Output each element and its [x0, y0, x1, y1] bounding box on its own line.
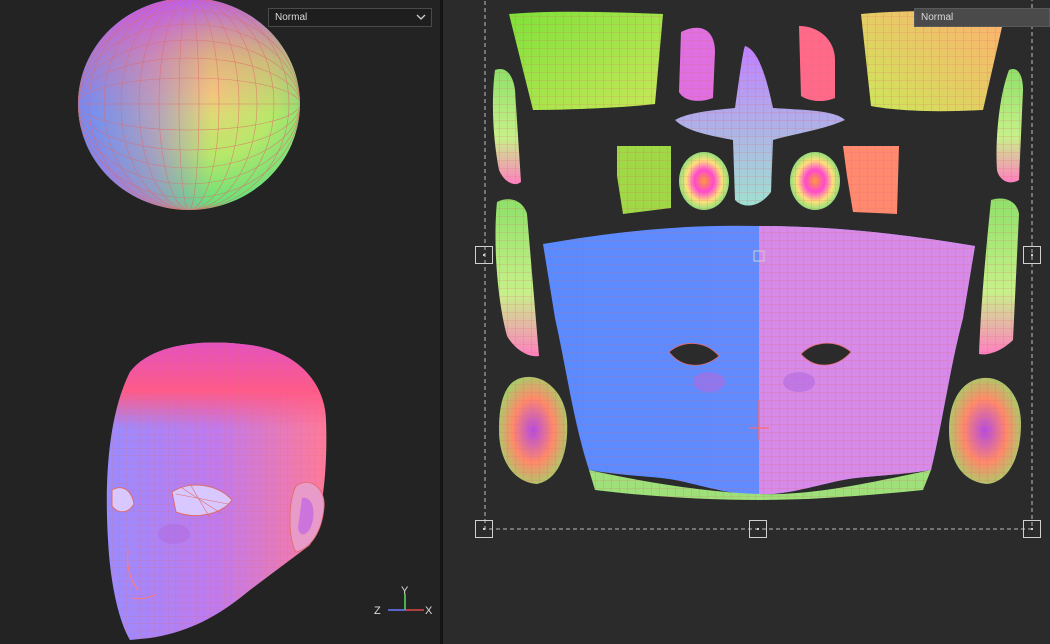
uv-island-eyeball-left[interactable]	[679, 152, 729, 210]
head-mesh[interactable]	[100, 335, 340, 644]
axis-gizmo-icon: X Y Z	[374, 585, 433, 617]
uv-handle-bottom-left[interactable]	[475, 520, 493, 538]
sphere-mesh[interactable]	[78, 0, 300, 210]
uv-island-cap-left[interactable]	[509, 11, 663, 111]
uv-island-side-strip-right-bottom[interactable]	[979, 198, 1019, 355]
uv-handle-bottom-middle[interactable]	[749, 520, 767, 538]
uv-handle-right-middle[interactable]	[1023, 246, 1041, 264]
axis-x-label: X	[425, 605, 433, 617]
uv-island-inner-left[interactable]	[679, 27, 715, 101]
uv-handle-left-middle[interactable]	[475, 246, 493, 264]
viewport-3d-canvas[interactable]: X Y Z	[0, 0, 440, 644]
uv-island-eyeball-right[interactable]	[790, 152, 840, 210]
uv-island-side-strip-right-top[interactable]	[996, 68, 1024, 183]
shading-mode-dropdown-3d[interactable]: Normal	[268, 8, 432, 27]
shading-mode-dropdown-uv[interactable]: Normal	[914, 8, 1050, 27]
uv-handle-bottom-right[interactable]	[1023, 520, 1041, 538]
uv-island-cheek-right[interactable]	[843, 146, 899, 214]
uv-island-cheek-left[interactable]	[617, 146, 671, 214]
shading-mode-value: Normal	[275, 12, 308, 23]
shading-mode-value-uv: Normal	[921, 12, 954, 23]
uv-island-ear-left[interactable]	[499, 376, 568, 484]
viewport-uv[interactable]: Normal	[443, 0, 1050, 644]
uv-canvas[interactable]	[443, 0, 1050, 644]
uv-island-side-strip-left-top[interactable]	[492, 68, 521, 185]
chevron-down-icon	[416, 14, 426, 20]
uv-island-side-strip-left-bottom[interactable]	[495, 199, 539, 357]
axis-y-label: Y	[401, 585, 409, 597]
uv-island-face[interactable]	[543, 225, 975, 500]
viewport-3d[interactable]: X Y Z Normal	[0, 0, 440, 644]
axis-z-label: Z	[374, 605, 381, 617]
uv-island-ear-right[interactable]	[949, 377, 1021, 484]
uv-island-inner-right[interactable]	[799, 26, 835, 102]
